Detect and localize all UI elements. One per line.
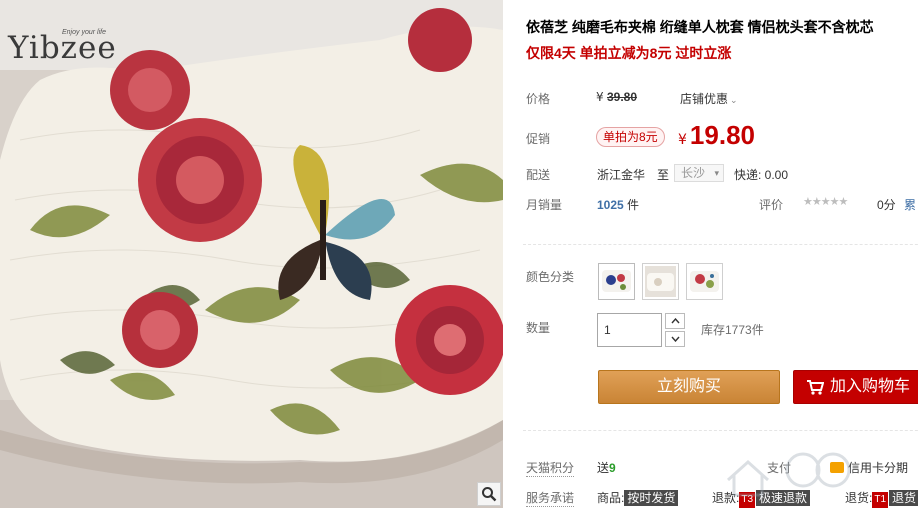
add-to-cart-label: 加入购物车 [830, 378, 911, 395]
current-price: ¥19.80 [678, 120, 755, 151]
pillow-illustration [0, 0, 503, 508]
promo-line: 仅限4天 单拍立减为8元 过时立涨 [526, 45, 732, 61]
stock-count: 库存1773件 [701, 323, 764, 337]
currency-symbol: ¥ [596, 90, 604, 104]
current-price-value: 19.80 [689, 120, 755, 150]
color-category-label: 颜色分类 [526, 270, 575, 284]
chevron-down-icon: ▾ [714, 168, 719, 178]
delivery-label: 配送 [526, 168, 551, 182]
points-prefix: 送 [597, 461, 610, 475]
zoom-button[interactable] [477, 482, 501, 506]
product-title: 依蓓芝 纯磨毛布夹棉 绗缝单人枕套 情侣枕头套不含枕芯 [526, 19, 874, 35]
current-currency-symbol: ¥ [678, 132, 687, 148]
shop-discount-label: 店铺优惠 [680, 92, 729, 106]
service-promise-label[interactable]: 服务承诺 [526, 489, 575, 507]
rating-score: 0分 [877, 198, 896, 212]
delivery-to-word: 至 [657, 168, 670, 182]
quantity-decrease-button[interactable] [665, 331, 685, 347]
brand-tagline: Enjoy your life [62, 29, 106, 36]
sku-option-1[interactable] [598, 263, 635, 300]
delivery-from: 浙江金华 [597, 168, 646, 182]
add-to-cart-button[interactable]: 加入购物车 [793, 370, 918, 404]
express-fee: 快递: 0.00 [734, 168, 789, 182]
tmall-points-label[interactable]: 天猫积分 [526, 459, 575, 477]
on-time-shipping-badge[interactable]: 按时发货 [624, 490, 679, 506]
monthly-sales-label: 月销量 [526, 198, 563, 212]
chevron-up-icon [670, 318, 680, 324]
price-label: 价格 [526, 92, 551, 106]
shop-discount-dropdown[interactable]: 店铺优惠 ⌄ [680, 90, 738, 107]
monthly-sales-count: 1025 [597, 198, 624, 212]
quantity-input[interactable]: 1 [597, 313, 662, 347]
city-value: 长沙 [681, 166, 706, 180]
service-goods: 商品: 按时发货 [597, 489, 679, 506]
pillow-thumbnail [690, 271, 719, 292]
watermark-graphic [726, 452, 851, 497]
promo-badge: 单拍为8元 [596, 127, 665, 147]
rating-stars: ★★★★★ [803, 196, 848, 208]
city-select[interactable]: 长沙 ▾ [674, 164, 724, 182]
original-price-value: 39.80 [606, 90, 638, 104]
sku-option-3[interactable] [686, 263, 723, 300]
chevron-down-icon: ⌄ [730, 95, 738, 105]
product-image: Yibzee Enjoy your life [0, 0, 503, 508]
rating-label: 评价 [759, 198, 784, 212]
buy-now-button[interactable]: 立刻购买 [598, 370, 780, 404]
original-price: ¥ 39.80 [596, 90, 637, 104]
sku-option-2[interactable] [642, 263, 679, 300]
promo-label: 促销 [526, 132, 551, 146]
quantity-increase-button[interactable] [665, 313, 685, 329]
quantity-label: 数量 [526, 321, 551, 335]
goods-prefix: 商品: [597, 491, 625, 505]
chevron-down-icon [670, 336, 680, 342]
points-value: 9 [609, 461, 616, 475]
divider [523, 244, 918, 245]
pillow-thumbnail [645, 266, 676, 297]
tmall-points: 送9 [597, 459, 616, 476]
cart-icon [807, 380, 824, 395]
monthly-sales: 1025 件 [597, 196, 639, 213]
magnifier-icon [482, 487, 497, 502]
divider [523, 430, 918, 431]
pillow-thumbnail [602, 270, 631, 292]
monthly-sales-unit: 件 [627, 198, 640, 212]
product-detail-panel: 依蓓芝 纯磨毛布夹棉 绗缝单人枕套 情侣枕头套不含枕芯 仅限4天 单拍立减为8元… [503, 0, 918, 508]
cumulative-reviews-link[interactable]: 累 [904, 196, 916, 213]
